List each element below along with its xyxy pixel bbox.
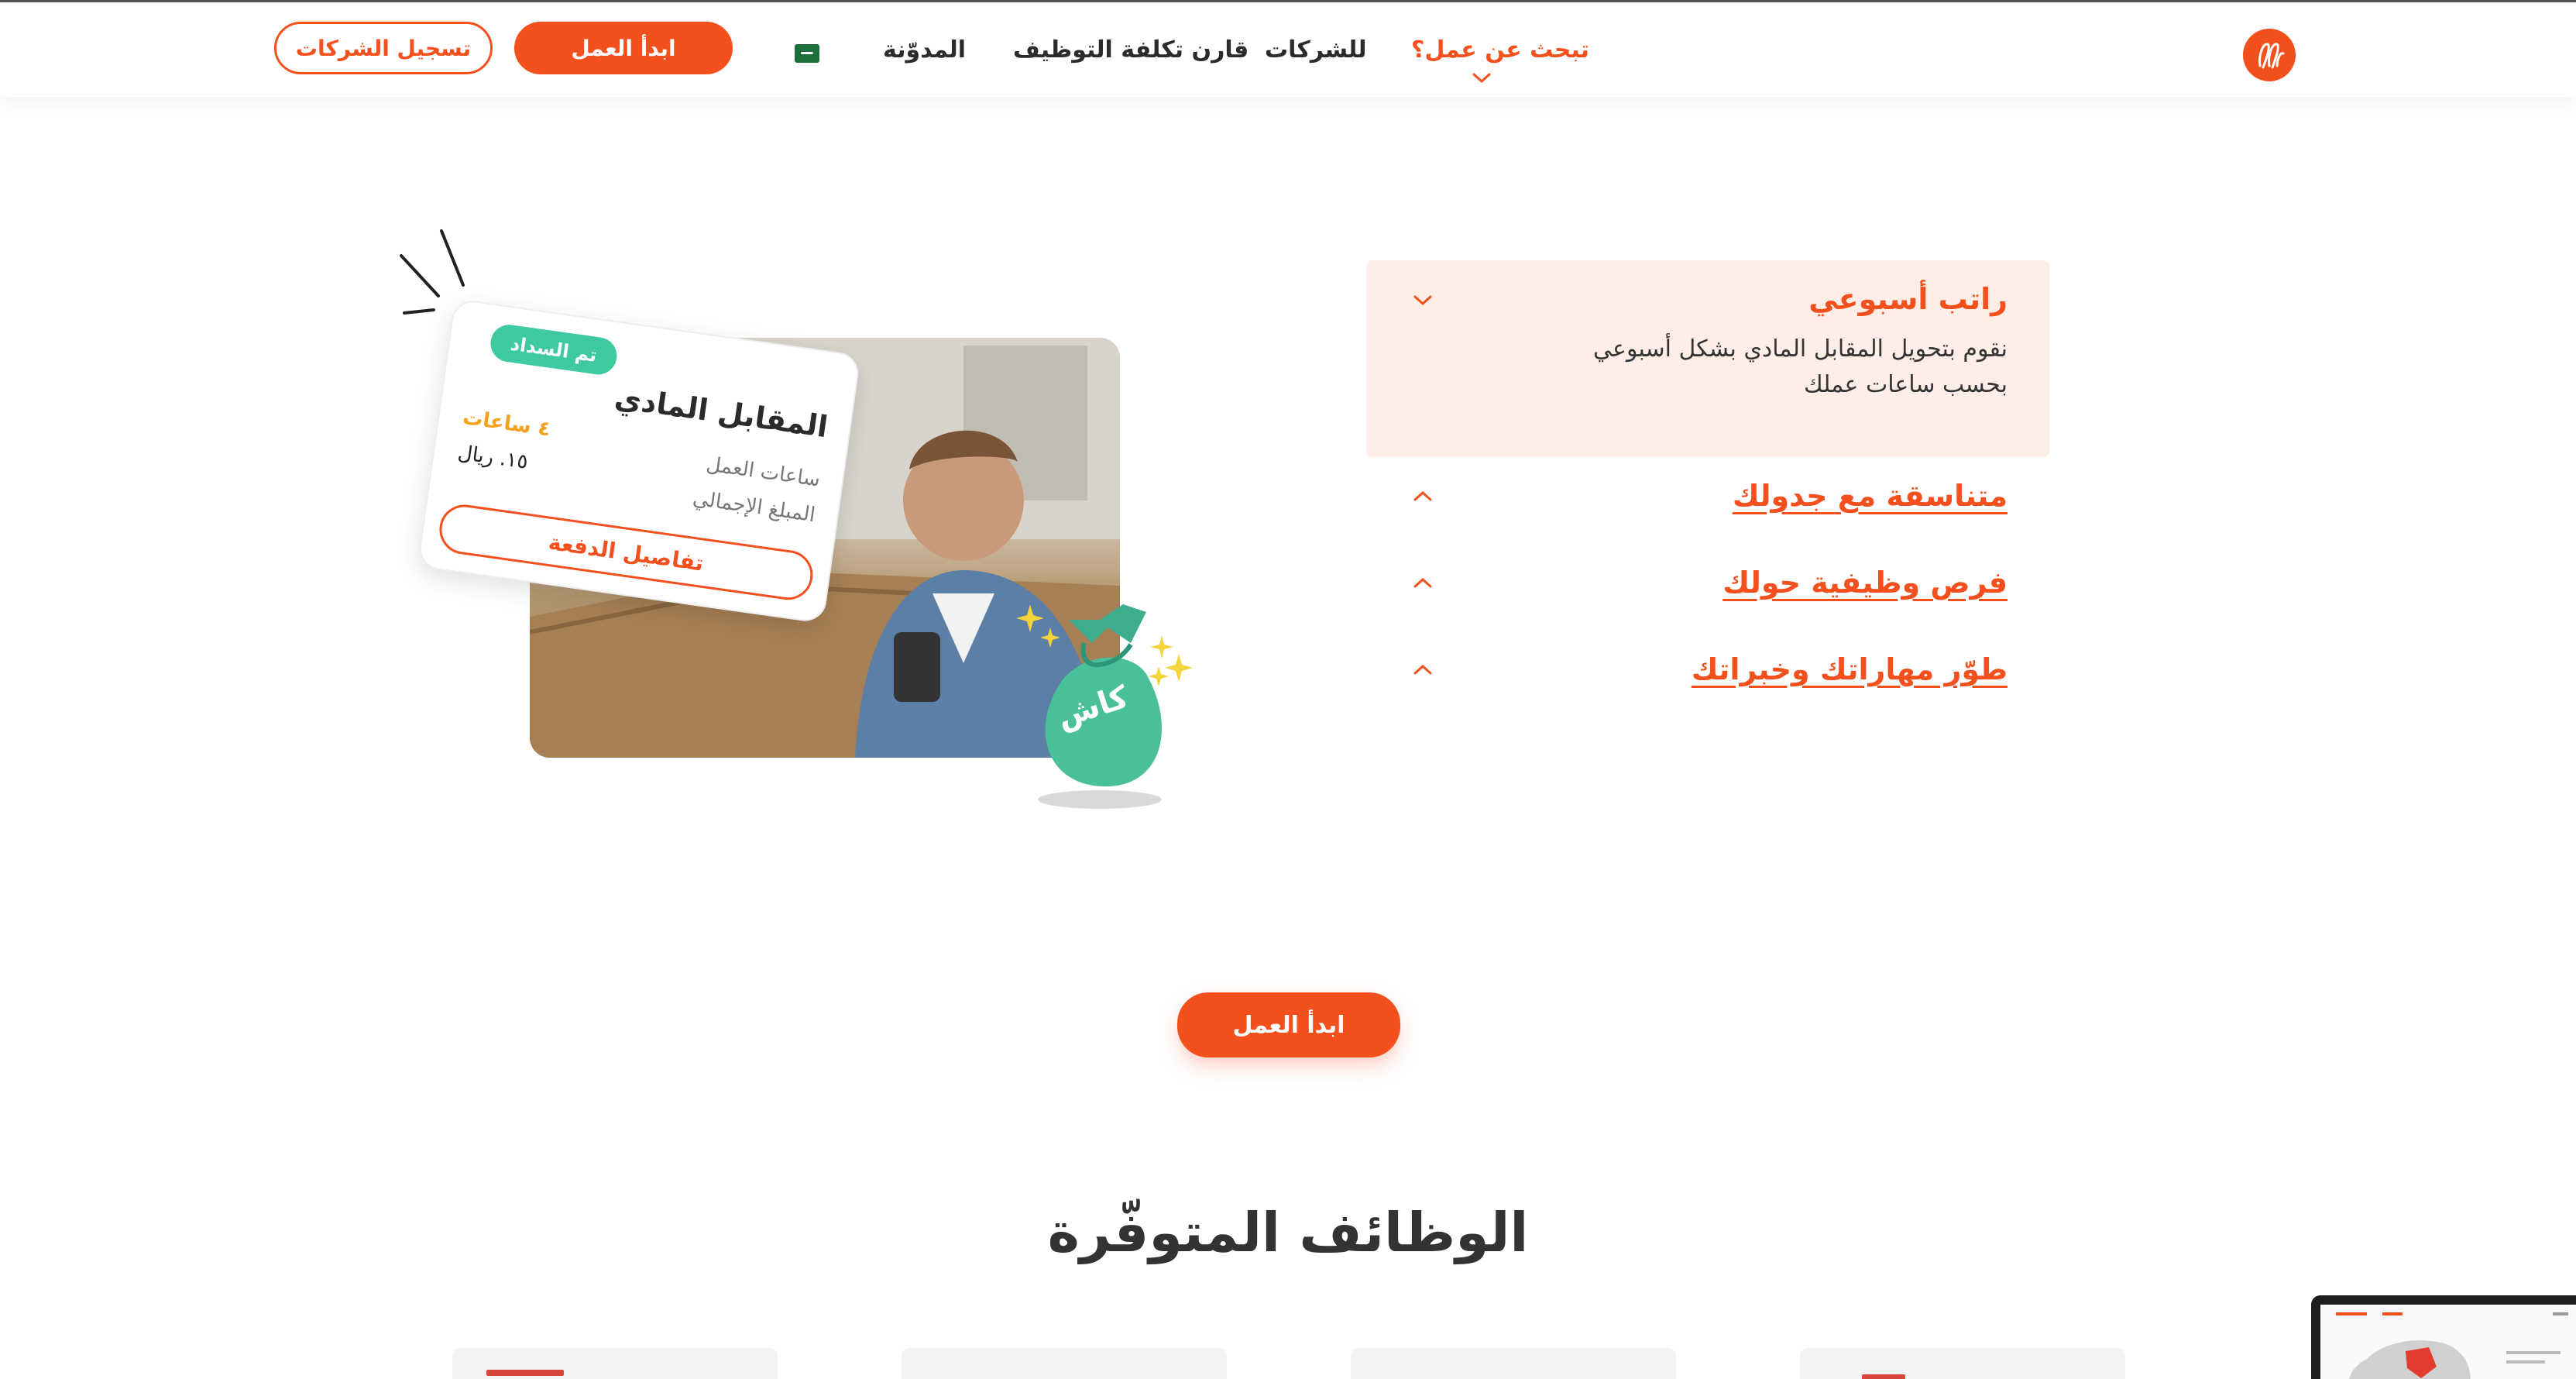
start-work-button[interactable]: ابدأ العمل xyxy=(514,22,733,74)
card-title: المقابل المادي xyxy=(612,380,830,445)
accordion-item-weekly-salary[interactable]: راتب أسبوعي نقوم بتحويل المقابل المادي ب… xyxy=(1366,260,2049,457)
nav-looking-for-work[interactable]: تبحث عن عمل؟ xyxy=(1411,36,1589,64)
nav-compare-cost[interactable]: قارن تكلفة التوظيف xyxy=(1013,36,1249,64)
laptop-preview-image xyxy=(2311,1295,2576,1379)
accordion-item-schedule[interactable]: متناسقة مع جدولك xyxy=(1366,468,2049,530)
payment-card: تم السداد المقابل المادي ساعات العمل الم… xyxy=(417,297,861,624)
paid-badge: تم السداد xyxy=(488,322,620,377)
chevron-down-icon[interactable] xyxy=(1470,70,1493,86)
job-card[interactable] xyxy=(1800,1348,2125,1379)
accordion-item-develop-skills[interactable]: طوّر مهاراتك وخبراتك xyxy=(1366,641,2049,703)
accordion-title[interactable]: طوّر مهاراتك وخبراتك xyxy=(1692,652,2008,686)
saudi-flag-icon[interactable] xyxy=(795,44,819,63)
total-label: المبلغ الإجمالي xyxy=(691,487,817,528)
top-navbar: تبحث عن عمل؟ للشركات قارن تكلفة التوظيف … xyxy=(0,2,2576,97)
register-companies-button[interactable]: تسجيل الشركات xyxy=(274,22,493,74)
job-card[interactable] xyxy=(1351,1348,1676,1379)
accordion-body-line: بحسب ساعات عملك xyxy=(1803,371,2008,398)
hours-value: ٤ ساعات xyxy=(461,405,552,442)
job-card[interactable] xyxy=(902,1348,1227,1379)
accordion-title[interactable]: راتب أسبوعي xyxy=(1808,282,2008,316)
chevron-down-icon[interactable] xyxy=(1411,293,1434,308)
accordion-body: نقوم بتحويل المقابل المادي بشكل أسبوعي ب… xyxy=(1543,332,2008,403)
sparkle-stars-icon xyxy=(1016,604,1193,686)
start-work-cta-button[interactable]: ابدأ العمل xyxy=(1177,992,1400,1057)
chevron-up-icon[interactable] xyxy=(1411,488,1434,504)
nav-blog[interactable]: المدوّنة xyxy=(883,36,966,64)
accordion-title[interactable]: متناسقة مع جدولك xyxy=(1733,479,2008,513)
hours-label: ساعات العمل xyxy=(704,452,822,492)
available-jobs-title: الوظائف المتوفّرة xyxy=(1047,1201,1529,1264)
total-value: ١٥. ريال xyxy=(456,441,530,474)
nav-for-companies[interactable]: للشركات xyxy=(1265,36,1367,64)
job-card[interactable] xyxy=(452,1348,778,1379)
chevron-up-icon[interactable] xyxy=(1411,662,1434,677)
accordion-item-nearby-jobs[interactable]: فرص وظيفية حولك xyxy=(1366,555,2049,617)
chevron-up-icon[interactable] xyxy=(1411,575,1434,590)
accordion-title[interactable]: فرص وظيفية حولك xyxy=(1722,566,2008,600)
accordion-body-line: نقوم بتحويل المقابل المادي بشكل أسبوعي xyxy=(1593,335,2008,363)
brand-logo-icon[interactable] xyxy=(2243,29,2296,81)
